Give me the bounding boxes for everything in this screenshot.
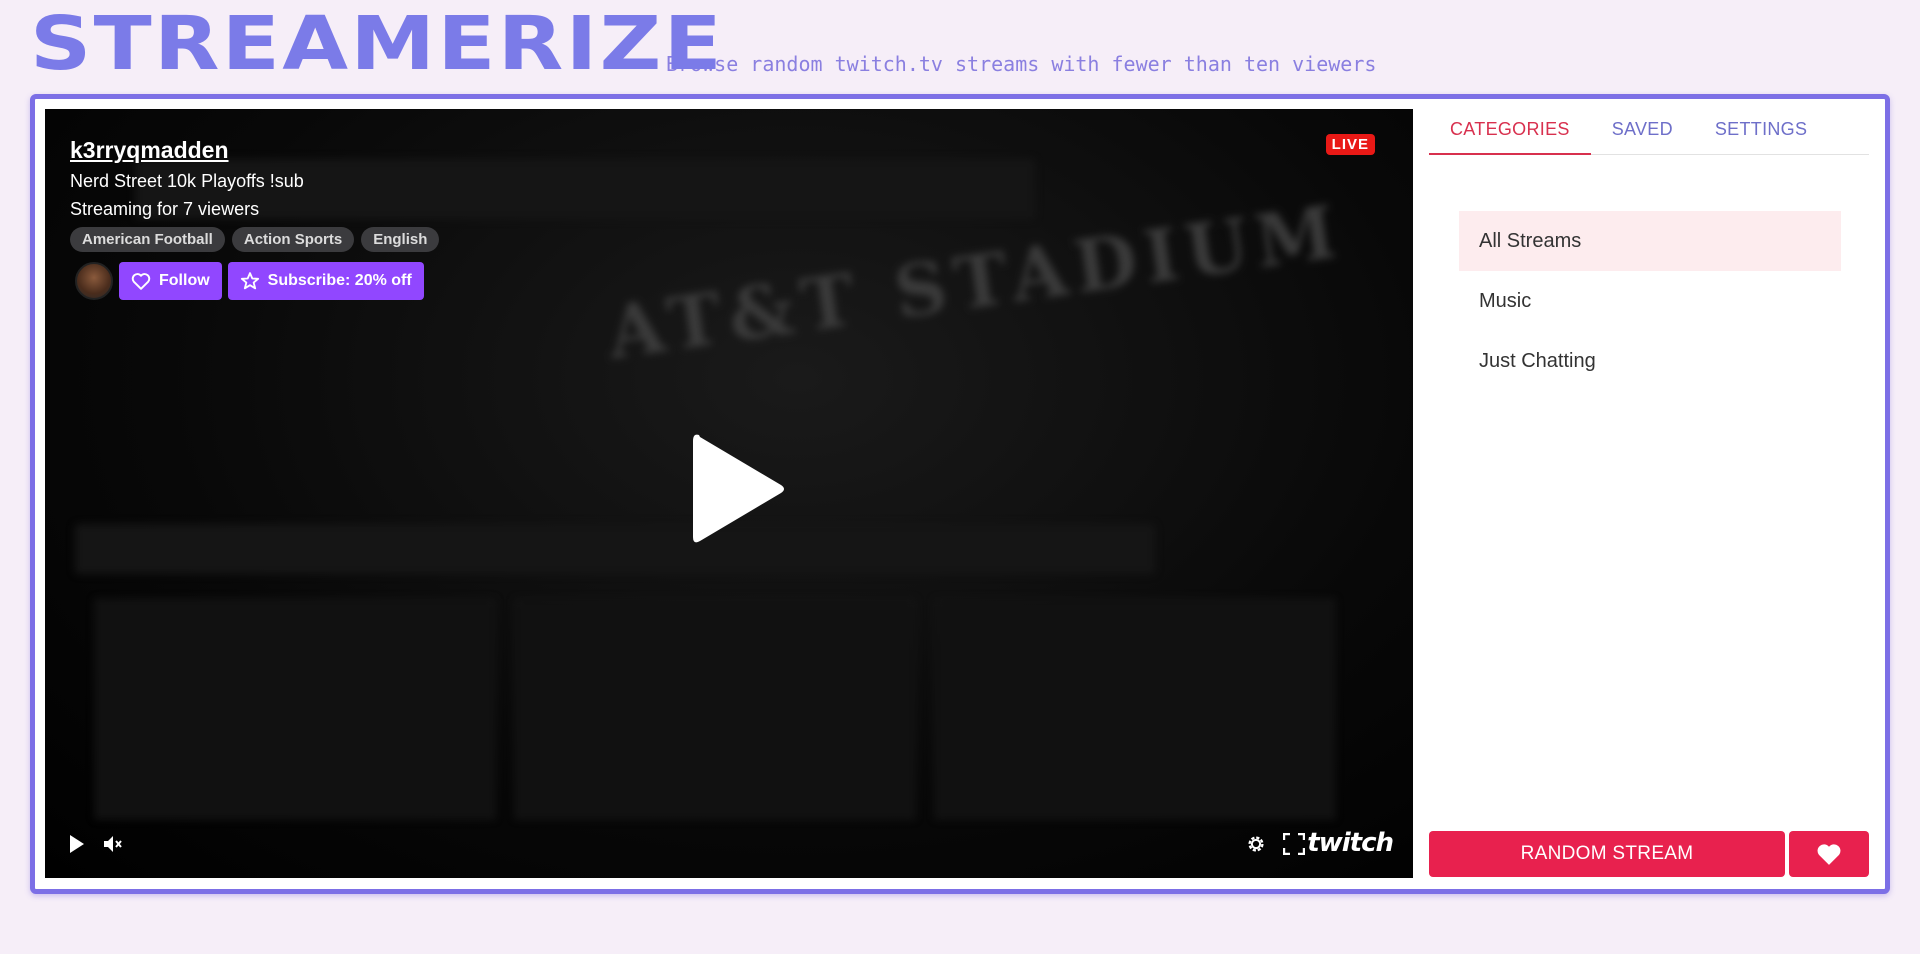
sidebar: CATEGORIES SAVED SETTINGS All Streams Mu… [1429,99,1885,889]
tagline: Browse random twitch.tv streams with few… [666,52,1377,76]
tag-american-football[interactable]: American Football [70,227,225,252]
tab-settings[interactable]: SETTINGS [1694,111,1828,155]
channel-actions: Follow Subscribe: 20% off [70,262,439,300]
save-stream-button[interactable] [1789,831,1869,877]
main-frame: AT&T STADIUM k3rryqmadden Nerd Street 10… [30,94,1890,894]
avatar[interactable] [75,262,113,300]
category-list: All Streams Music Just Chatting [1459,211,1841,391]
blurred-row [75,524,1155,574]
channel-name-link[interactable]: k3rryqmadden [70,137,439,164]
tag-english[interactable]: English [361,227,440,252]
tab-saved[interactable]: SAVED [1591,111,1694,155]
tag-action-sports[interactable]: Action Sports [231,227,355,252]
stream-title: Nerd Street 10k Playoffs !sub [70,171,304,191]
player-controls: twitch [45,818,1413,878]
follow-button[interactable]: Follow [119,262,222,300]
heart-outline-icon [131,273,151,290]
site-logo[interactable]: STREAMERIZE [30,6,743,82]
heart-icon [1817,844,1841,865]
play-icon[interactable] [69,834,85,859]
category-all-streams[interactable]: All Streams [1459,211,1841,271]
twitch-logo[interactable]: twitch [1307,828,1394,858]
follow-label: Follow [159,272,210,289]
sidebar-tabs: CATEGORIES SAVED SETTINGS [1429,111,1869,155]
subscribe-label: Subscribe: 20% off [267,272,412,289]
star-outline-icon [240,272,259,290]
gear-icon[interactable] [1245,833,1267,860]
blurred-cell [95,599,495,819]
subscribe-button[interactable]: Subscribe: 20% off [227,262,424,300]
stream-player[interactable]: AT&T STADIUM k3rryqmadden Nerd Street 10… [45,109,1413,878]
live-badge: LIVE [1325,134,1375,155]
random-stream-button[interactable]: RANDOM STREAM [1429,831,1785,877]
volume-icon[interactable] [103,835,123,858]
viewer-count: Streaming for 7 viewers [70,199,260,219]
play-icon[interactable] [691,431,787,552]
header: STREAMERIZE Browse random twitch.tv stre… [30,6,1376,82]
category-music[interactable]: Music [1459,271,1841,331]
category-just-chatting[interactable]: Just Chatting [1459,331,1841,391]
tab-categories[interactable]: CATEGORIES [1429,111,1591,155]
blurred-cell [935,599,1335,819]
stream-info: k3rryqmadden Nerd Street 10k Playoffs !s… [70,137,440,300]
tag-list: American Football Action Sports English [70,227,440,252]
blurred-cell [515,599,915,819]
fullscreen-icon[interactable] [1282,832,1306,860]
